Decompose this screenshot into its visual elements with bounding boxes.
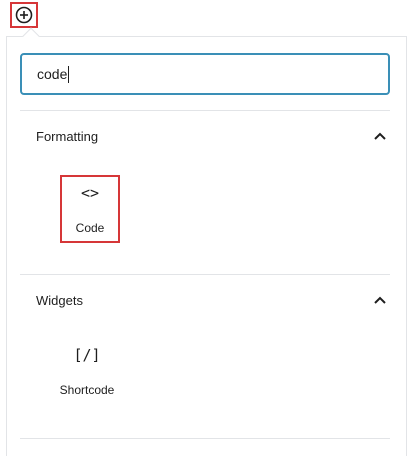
text-caret bbox=[68, 65, 70, 83]
divider bbox=[20, 274, 390, 275]
section-title: Formatting bbox=[36, 128, 99, 144]
search-field[interactable]: code bbox=[20, 53, 390, 95]
code-icon: <> bbox=[80, 184, 100, 202]
section-header-formatting[interactable]: Formatting bbox=[36, 125, 390, 147]
divider bbox=[20, 110, 390, 111]
add-block-button[interactable] bbox=[10, 2, 38, 28]
block-inserter-panel: code Formatting <> Code Widgets [/] Shor… bbox=[6, 27, 407, 456]
chevron-up-icon[interactable] bbox=[370, 126, 390, 146]
section-title: Widgets bbox=[36, 292, 83, 308]
block-item-shortcode[interactable]: [/] Shortcode bbox=[47, 341, 127, 409]
popover-arrow bbox=[22, 27, 40, 45]
block-item-code[interactable]: <> Code bbox=[60, 175, 120, 243]
chevron-up-icon[interactable] bbox=[370, 290, 390, 310]
shortcode-icon: [/] bbox=[73, 346, 101, 364]
section-header-widgets[interactable]: Widgets bbox=[36, 289, 390, 311]
block-label: Shortcode bbox=[59, 383, 115, 397]
search-input[interactable]: code bbox=[37, 66, 67, 82]
plus-circle-icon bbox=[15, 6, 33, 24]
block-label: Code bbox=[75, 221, 105, 235]
divider bbox=[20, 438, 390, 439]
